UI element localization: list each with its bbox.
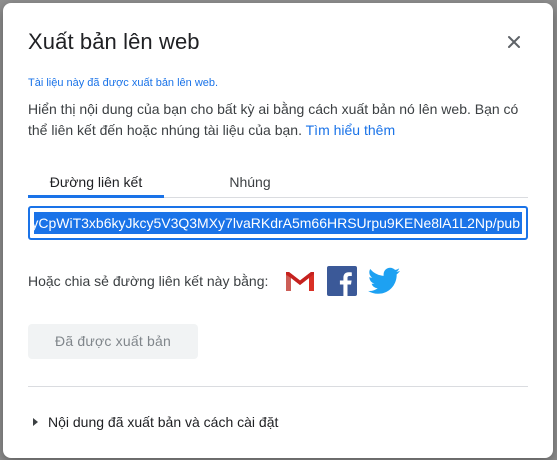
description-text: Hiển thị nội dung của bạn cho bất kỳ ai …	[28, 101, 519, 138]
dialog-title: Xuất bản lên web	[28, 29, 200, 54]
tab-embed[interactable]: Nhúng	[188, 169, 312, 197]
gmail-share-button[interactable]	[284, 265, 316, 297]
gmail-icon	[286, 272, 315, 291]
close-icon	[508, 36, 520, 48]
tab-link[interactable]: Đường liên kết	[28, 169, 164, 197]
published-status-note: Tài liệu này đã được xuất bản lên web.	[28, 77, 219, 89]
divider	[28, 386, 528, 387]
published-button: Đã được xuất bản	[28, 324, 198, 359]
published-link-field[interactable]: yCpWiT3xb6kyJkcy5V3Q3MXy7lvaRKdrA5m66HRS…	[28, 206, 528, 240]
published-link-text: yCpWiT3xb6kyJkcy5V3Q3MXy7lvaRKdrA5m66HRS…	[34, 215, 520, 231]
share-label: Hoặc chia sẻ đường liên kết này bằng:	[28, 273, 269, 289]
tab-bar: Đường liên kết Nhúng	[28, 169, 528, 198]
facebook-share-button[interactable]	[326, 265, 358, 297]
published-settings-toggle[interactable]: Nội dung đã xuất bản và cách cài đặt	[33, 414, 278, 430]
close-button[interactable]	[503, 31, 525, 53]
publish-dialog: Xuất bản lên web Tài liệu này đã được xu…	[3, 3, 553, 458]
share-row: Hoặc chia sẻ đường liên kết này bằng:	[28, 265, 401, 297]
twitter-icon	[368, 267, 401, 294]
caret-right-icon	[33, 418, 38, 426]
learn-more-link[interactable]: Tìm hiểu thêm	[306, 122, 395, 138]
facebook-icon	[327, 266, 358, 296]
twitter-share-button[interactable]	[368, 265, 401, 297]
dialog-description: Hiển thị nội dung của bạn cho bất kỳ ai …	[28, 99, 528, 141]
published-link-value[interactable]: yCpWiT3xb6kyJkcy5V3Q3MXy7lvaRKdrA5m66HRS…	[34, 212, 522, 234]
active-tab-indicator	[28, 195, 164, 198]
settings-toggle-label: Nội dung đã xuất bản và cách cài đặt	[48, 414, 279, 430]
